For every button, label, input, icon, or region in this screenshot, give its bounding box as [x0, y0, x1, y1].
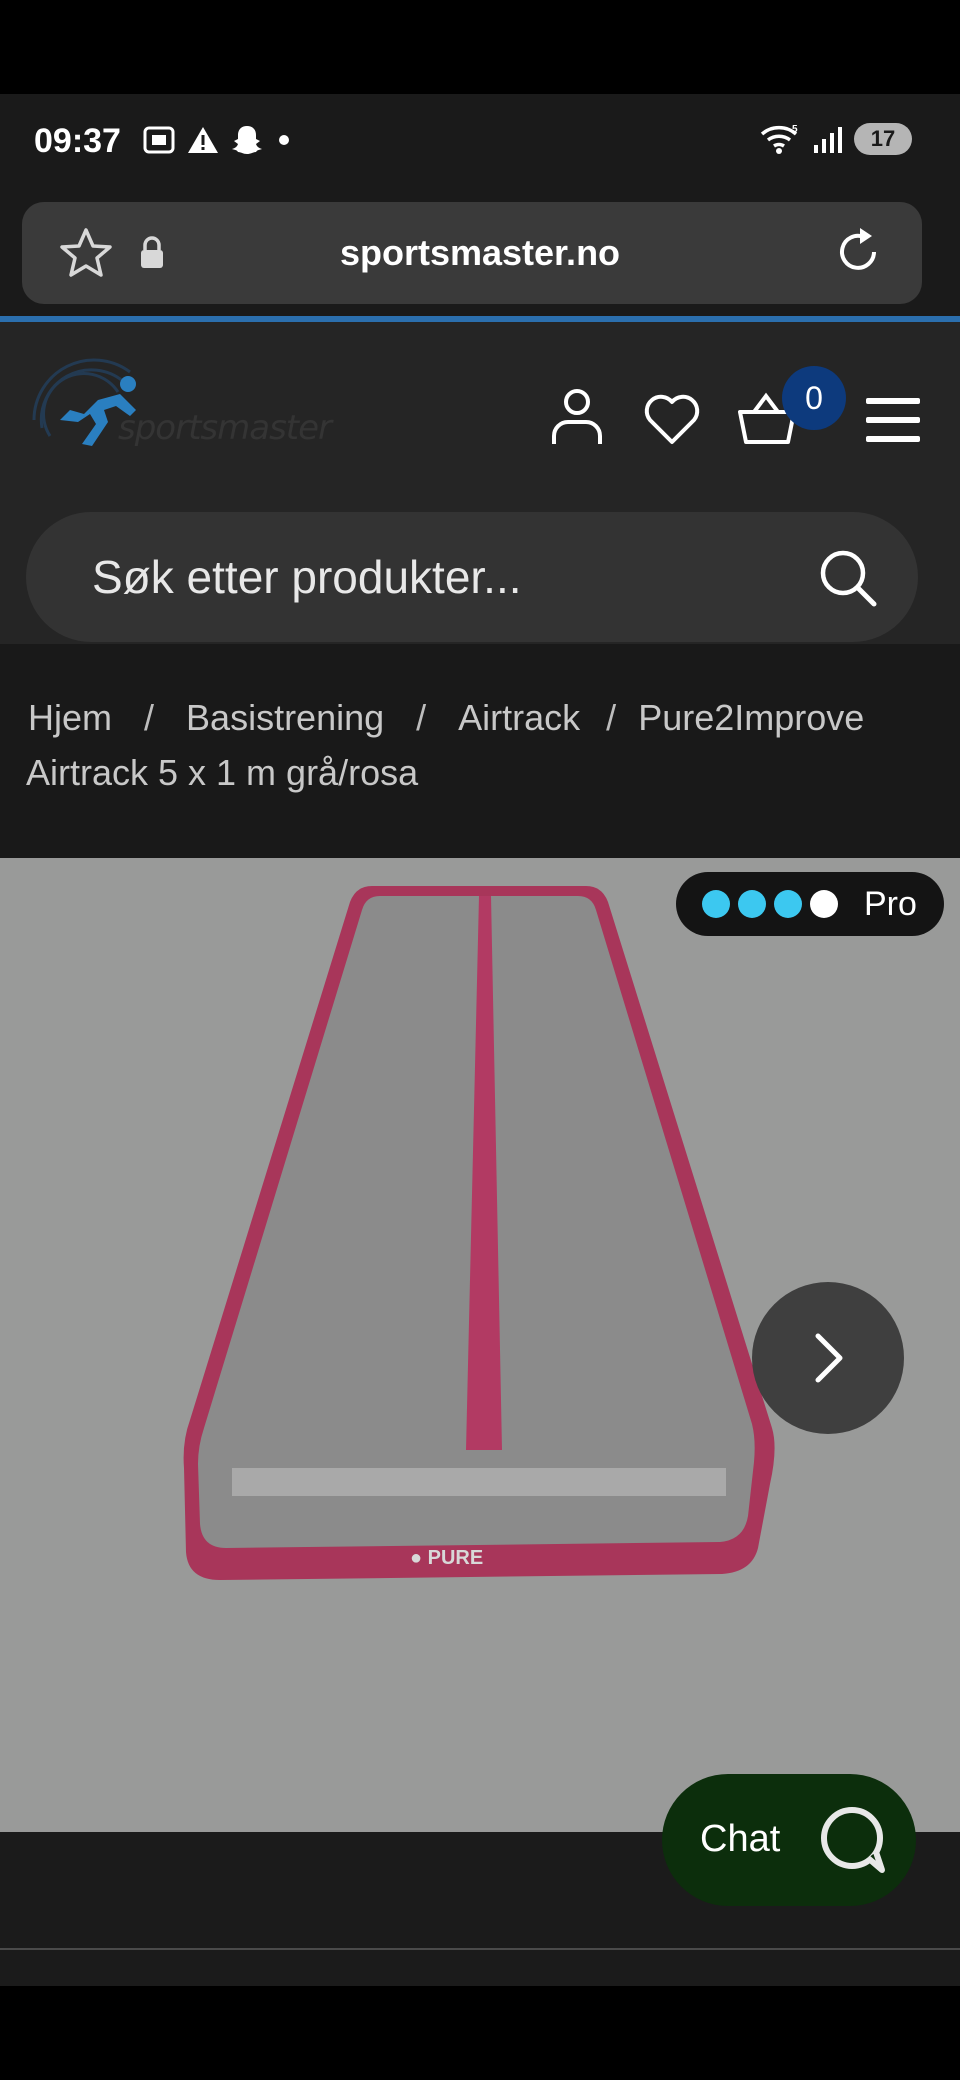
svg-text:● PURE: ● PURE: [410, 1547, 483, 1569]
heart-icon[interactable]: [642, 390, 702, 446]
chat-label: Chat: [700, 1818, 781, 1860]
next-image-button[interactable]: [752, 1282, 904, 1434]
breadcrumb-separator: /: [416, 697, 427, 738]
level-dot-empty: [810, 890, 838, 918]
battery-icon: 17: [854, 123, 912, 155]
url-text: sportsmaster.no: [339, 232, 621, 273]
bottom-band: [0, 1986, 960, 2080]
breadcrumb-item-pure2improve[interactable]: Pure2Improve: [638, 697, 864, 738]
cart-count-badge[interactable]: 0: [782, 366, 846, 430]
dot-icon: [279, 135, 289, 145]
snapchat-icon: [232, 126, 262, 154]
menu-line: [866, 436, 920, 442]
search-icon[interactable]: [816, 546, 880, 610]
signal-icon: [814, 127, 842, 153]
breadcrumb-separator: /: [606, 697, 617, 738]
logo-text: sportsmaster: [118, 408, 332, 448]
alert-icon: [188, 127, 218, 153]
breadcrumb-current: Airtrack 5 x 1 m grå/rosa: [26, 752, 419, 793]
page-footer-area: [0, 1950, 960, 1986]
chevron-right-icon: [815, 1333, 843, 1383]
difficulty-badge: Pro: [676, 872, 944, 936]
chat-bubble-icon: [821, 1807, 885, 1873]
breadcrumb-item-hjem[interactable]: Hjem: [28, 697, 112, 738]
menu-line: [866, 398, 920, 404]
status-time: 09:37: [34, 122, 121, 160]
account-icon[interactable]: [548, 386, 606, 448]
status-icons-left: [142, 124, 294, 156]
level-dot-filled: [702, 890, 730, 918]
screenshot-icon: [143, 126, 175, 154]
top-band: [0, 0, 960, 94]
status-icons-right: 5 17: [758, 122, 912, 156]
level-dot-filled: [774, 890, 802, 918]
breadcrumb-item-basistrening[interactable]: Basistrening: [186, 697, 384, 738]
breadcrumb-item-airtrack[interactable]: Airtrack: [458, 697, 580, 738]
breadcrumb-separator: /: [144, 697, 155, 738]
level-dot-filled: [738, 890, 766, 918]
search-placeholder: Søk etter produkter...: [92, 551, 522, 603]
svg-text:5: 5: [792, 124, 798, 135]
breadcrumb: Hjem / Basistrening / Airtrack / Pure2Improve: [28, 698, 864, 738]
reload-icon[interactable]: [830, 224, 886, 280]
menu-icon[interactable]: [866, 398, 920, 442]
breadcrumb-area: [0, 644, 960, 858]
wifi-icon: 5: [760, 124, 798, 154]
difficulty-label: Pro: [864, 884, 917, 923]
menu-line: [866, 417, 920, 423]
